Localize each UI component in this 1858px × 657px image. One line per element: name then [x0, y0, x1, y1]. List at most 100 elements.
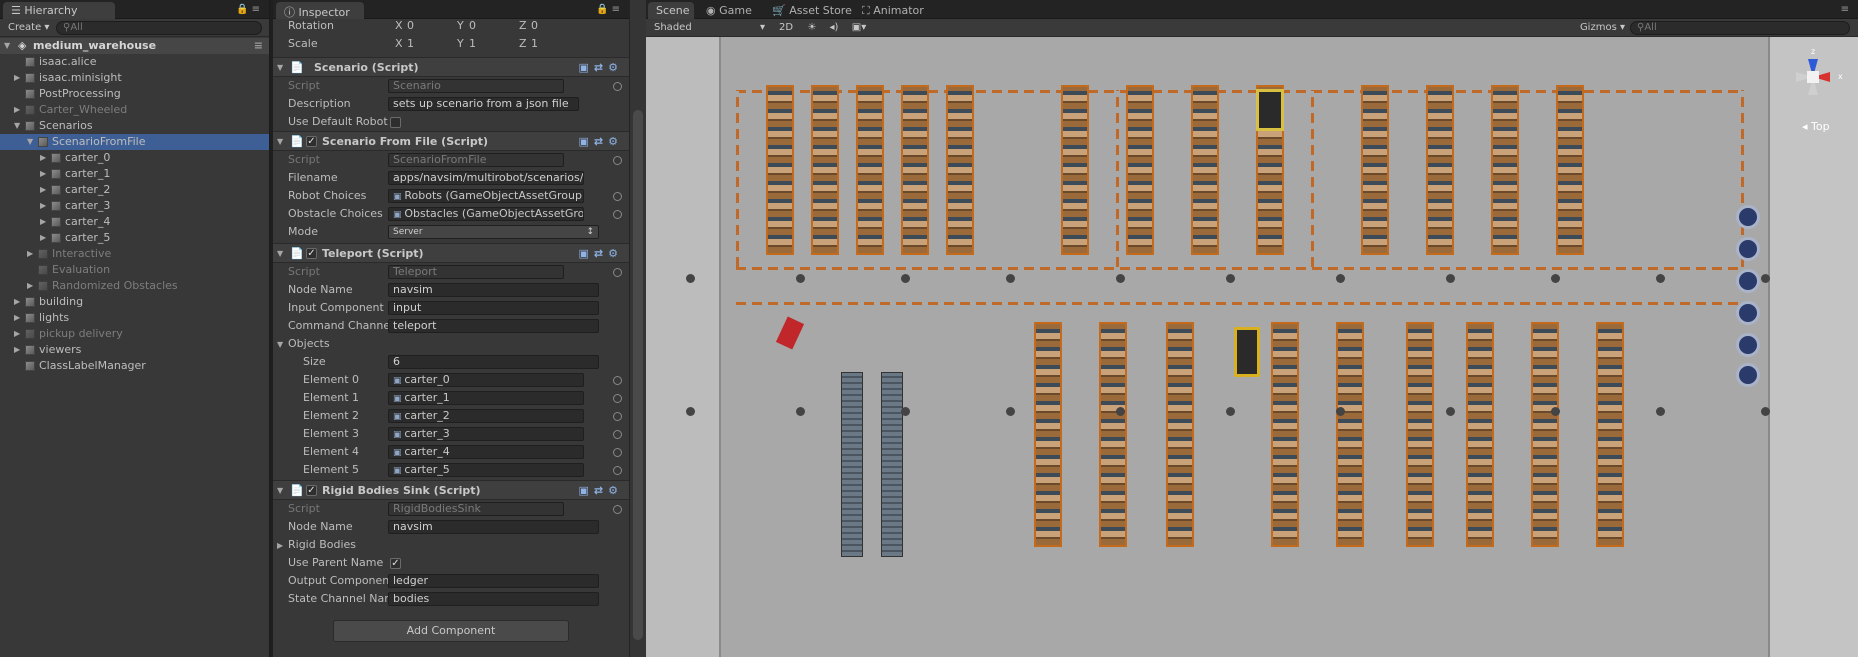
- hierarchy-search-input[interactable]: ⚲All: [56, 21, 262, 35]
- view-label[interactable]: ◂ Top: [1802, 120, 1830, 133]
- object-picker-icon[interactable]: [613, 268, 622, 277]
- object-picker-icon[interactable]: [613, 210, 622, 219]
- description-field[interactable]: sets up scenario from a json file: [388, 97, 579, 111]
- expand-arrow-icon[interactable]: ▼: [4, 38, 10, 54]
- expand-arrow-icon[interactable]: ▶: [27, 246, 33, 262]
- panel-menu-icon[interactable]: 🔒≡: [236, 4, 263, 15]
- tab-asset-store[interactable]: 🛒 Asset Store: [764, 2, 862, 19]
- add-component-button[interactable]: Add Component: [333, 620, 569, 642]
- component-settings-icon[interactable]: ▣⇄⚙: [579, 481, 623, 501]
- hierarchy-item[interactable]: ClassLabelManager: [0, 358, 269, 374]
- object-picker-icon[interactable]: [613, 192, 622, 201]
- teleport-component-header[interactable]: ▼ 📄 ✓ Teleport (Script) ▣⇄⚙: [273, 243, 629, 263]
- script-field[interactable]: ScenarioFromFile: [388, 153, 564, 167]
- expand-arrow-icon[interactable]: ▶: [14, 310, 20, 326]
- hierarchy-item[interactable]: ▶ pickup delivery: [0, 326, 269, 342]
- node-name-field[interactable]: navsim: [388, 283, 599, 297]
- hierarchy-item[interactable]: ▶ lights: [0, 310, 269, 326]
- hierarchy-item[interactable]: ▶ carter_3: [0, 198, 269, 214]
- rotation-x-field[interactable]: 0: [407, 17, 455, 35]
- fold-arrow-icon[interactable]: ▼: [277, 58, 283, 78]
- fold-arrow-icon[interactable]: ▼: [277, 132, 283, 152]
- objects-row[interactable]: ▼ Objects: [273, 335, 629, 353]
- inspector-scrollbar[interactable]: [629, 0, 646, 657]
- obstacle-choices-field[interactable]: Obstacles (GameObjectAssetGrou: [388, 207, 584, 221]
- hierarchy-item[interactable]: ▶ Interactive: [0, 246, 269, 262]
- scale-x-field[interactable]: 1: [407, 35, 455, 53]
- component-settings-icon[interactable]: ▣⇄⚙: [579, 244, 623, 264]
- element-field[interactable]: carter_4: [388, 445, 584, 459]
- object-picker-icon[interactable]: [613, 466, 622, 475]
- expand-arrow-icon[interactable]: ▼: [14, 118, 20, 134]
- component-settings-icon[interactable]: ▣⇄⚙: [579, 132, 623, 152]
- fold-arrow-icon[interactable]: ▼: [277, 244, 283, 264]
- expand-arrow-icon[interactable]: ▶: [14, 342, 20, 358]
- expand-arrow-icon[interactable]: ▶: [40, 198, 46, 214]
- scene-viewport[interactable]: z x ◂ Top: [646, 37, 1858, 657]
- size-field[interactable]: 6: [388, 355, 599, 369]
- scale-z-field[interactable]: 1: [531, 35, 579, 53]
- scenario-component-header[interactable]: ▼ 📄 Scenario (Script) ▣⇄⚙: [273, 57, 629, 77]
- hierarchy-item[interactable]: Evaluation: [0, 262, 269, 278]
- output-component-field[interactable]: ledger: [388, 574, 599, 588]
- scrollbar-thumb[interactable]: [633, 110, 643, 640]
- expand-arrow-icon[interactable]: ▼: [27, 134, 33, 150]
- scene-orientation-gizmo[interactable]: z x ◂ Top: [1778, 47, 1848, 137]
- lighting-toggle-icon[interactable]: ☀: [802, 21, 822, 35]
- object-picker-icon[interactable]: [613, 505, 622, 514]
- expand-arrow-icon[interactable]: ▶: [27, 278, 33, 294]
- expand-arrow-icon[interactable]: ▶: [40, 230, 46, 246]
- element-field[interactable]: carter_3: [388, 427, 584, 441]
- hierarchy-item[interactable]: ▶ isaac.minisight: [0, 70, 269, 86]
- component-enabled-checkbox[interactable]: ✓: [306, 485, 317, 496]
- tab-hierarchy[interactable]: ☰ Hierarchy: [3, 2, 115, 19]
- effects-toggle-icon[interactable]: ▣▾: [846, 21, 872, 35]
- robot-choices-field[interactable]: Robots (GameObjectAssetGroup): [388, 189, 584, 203]
- panel-menu-icon[interactable]: ≡: [1841, 4, 1852, 15]
- scenario-from-file-component-header[interactable]: ▼ 📄 ✓ Scenario From File (Script) ▣⇄⚙: [273, 131, 629, 151]
- use-parent-name-checkbox[interactable]: ✓: [390, 558, 401, 569]
- hierarchy-item[interactable]: isaac.alice: [0, 54, 269, 70]
- object-picker-icon[interactable]: [613, 376, 622, 385]
- expand-arrow-icon[interactable]: ▶: [40, 214, 46, 230]
- expand-arrow-icon[interactable]: ▶: [14, 326, 20, 342]
- expand-arrow-icon[interactable]: ▶: [40, 182, 46, 198]
- hierarchy-item[interactable]: ▶ carter_4: [0, 214, 269, 230]
- use-default-robot-checkbox[interactable]: [390, 117, 401, 128]
- rotation-y-field[interactable]: 0: [469, 17, 517, 35]
- component-enabled-checkbox[interactable]: ✓: [306, 248, 317, 259]
- node-name-field[interactable]: navsim: [388, 520, 599, 534]
- hierarchy-item[interactable]: ▶ Carter_Wheeled: [0, 102, 269, 118]
- element-field[interactable]: carter_2: [388, 409, 584, 423]
- expand-arrow-icon[interactable]: ▶: [40, 150, 46, 166]
- hierarchy-item[interactable]: PostProcessing: [0, 86, 269, 102]
- object-picker-icon[interactable]: [613, 156, 622, 165]
- fold-arrow-icon[interactable]: ▶: [277, 537, 283, 555]
- element-field[interactable]: carter_0: [388, 373, 584, 387]
- script-field[interactable]: Teleport: [388, 265, 564, 279]
- hierarchy-item[interactable]: ▶ carter_5: [0, 230, 269, 246]
- script-field[interactable]: Scenario: [388, 79, 564, 93]
- rotation-z-field[interactable]: 0: [531, 17, 579, 35]
- expand-arrow-icon[interactable]: ▶: [14, 70, 20, 86]
- object-picker-icon[interactable]: [613, 448, 622, 457]
- script-field[interactable]: RigidBodiesSink: [388, 502, 564, 516]
- tab-animator[interactable]: ⛶ Animator: [854, 2, 934, 19]
- scene-root-row[interactable]: ▼ ◈ medium_warehouse ≡: [0, 38, 269, 54]
- scale-y-field[interactable]: 1: [469, 35, 517, 53]
- scene-search-input[interactable]: ⚲All: [1630, 21, 1850, 35]
- element-field[interactable]: carter_1: [388, 391, 584, 405]
- input-component-field[interactable]: input: [388, 301, 599, 315]
- tab-scene[interactable]: Scene: [648, 2, 694, 19]
- gizmos-dropdown[interactable]: Gizmos ▾: [1580, 21, 1625, 35]
- hierarchy-item[interactable]: ▶ Randomized Obstacles: [0, 278, 269, 294]
- shading-mode-dropdown[interactable]: Shaded ▾: [654, 21, 769, 35]
- expand-arrow-icon[interactable]: ▶: [14, 294, 20, 310]
- panel-menu-icon[interactable]: 🔒≡: [596, 4, 623, 15]
- hierarchy-item[interactable]: ▶ carter_1: [0, 166, 269, 182]
- expand-arrow-icon[interactable]: ▶: [40, 166, 46, 182]
- hierarchy-item[interactable]: ▶ building: [0, 294, 269, 310]
- tab-game[interactable]: ◉ Game: [698, 2, 762, 19]
- scene-menu-icon[interactable]: ≡: [254, 38, 263, 54]
- filename-field[interactable]: apps/navsim/multirobot/scenarios/mu: [388, 171, 584, 185]
